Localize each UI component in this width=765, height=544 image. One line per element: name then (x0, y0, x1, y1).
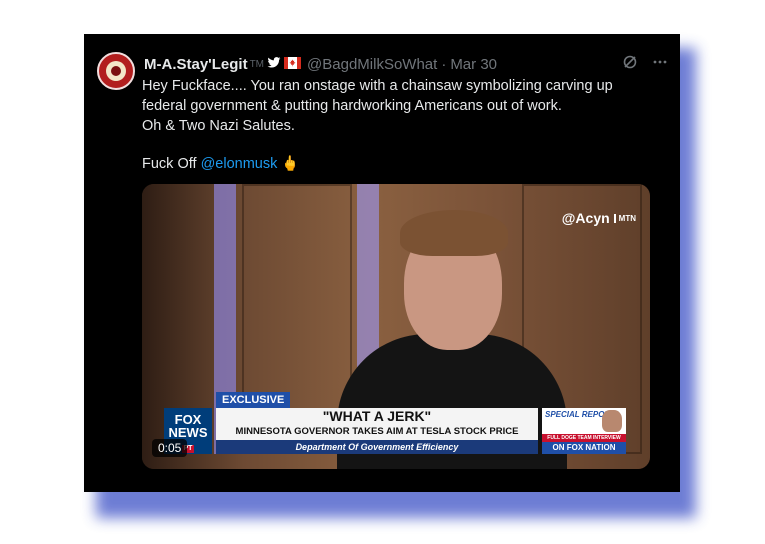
watermark-mtn: MTN (613, 213, 636, 223)
tweet-text-line: federal government & putting hardworking… (142, 98, 562, 114)
watermark-handle: @Acyn (561, 210, 610, 226)
avatar[interactable] (97, 52, 135, 90)
person-hair (400, 210, 508, 256)
tweet-text-line: Fuck Off @elonmusk 🖕 (142, 154, 642, 174)
video-timestamp: 0:05 (152, 439, 188, 457)
promo-interview-label: FULL DOGE TEAM INTERVIEW (542, 434, 626, 442)
more-icon[interactable] (652, 54, 668, 74)
avatar-dot (111, 66, 121, 76)
tweet-text: Hey Fuckface.... You ran onstage with a … (142, 76, 642, 174)
promo-fox-nation-label: ON FOX NATION (542, 442, 626, 454)
chyron-headline: "WHAT A JERK" (322, 408, 432, 424)
tweet-text-line: Oh & Two Nazi Salutes. (142, 118, 295, 134)
tweet-text-fragment: Fuck Off (142, 156, 201, 172)
tweet-text-line: Hey Fuckface.... You ran onstage with a … (142, 78, 613, 94)
promo-headshot (602, 410, 622, 432)
special-report-promo: SPECIAL REPORT FULL DOGE TEAM INTERVIEW … (542, 408, 626, 454)
video-player[interactable]: @Acyn MTN FOX NEWS PT EXCLUSIVE "WHAT A … (142, 184, 650, 469)
fox-lower-third: FOX NEWS PT EXCLUSIVE "WHAT A JERK" MINN… (164, 392, 626, 454)
tweet-header: M-A.Stay'Legit TM @BagdMilkSoWhat · Mar … (144, 52, 668, 76)
author-tm: TM (249, 58, 265, 70)
author-handle[interactable]: @BagdMilkSoWhat (307, 56, 437, 73)
header-separator: · (441, 55, 447, 73)
author-name[interactable]: M-A.Stay'Legit (144, 56, 248, 73)
header-actions (622, 54, 668, 74)
chyron-subline: MINNESOTA GOVERNOR TAKES AIM AT TESLA ST… (235, 426, 519, 437)
mention-link[interactable]: @elonmusk (201, 156, 278, 172)
acyn-watermark: @Acyn MTN (562, 210, 636, 226)
tweet-date[interactable]: Mar 30 (450, 56, 497, 73)
canada-flag-icon (284, 56, 302, 73)
tweet-card[interactable]: M-A.Stay'Legit TM @BagdMilkSoWhat · Mar … (84, 34, 680, 492)
chyron-ticker: Department Of Government Efficiency (216, 440, 538, 454)
bird-icon (267, 56, 281, 73)
headline-box: "WHAT A JERK" MINNESOTA GOVERNOR TAKES A… (216, 408, 538, 440)
grok-icon[interactable] (622, 54, 638, 74)
fox-logo-line: NEWS (168, 425, 208, 440)
exclusive-tag: EXCLUSIVE (216, 392, 291, 408)
middle-finger-emoji-icon: 🖕 (281, 156, 300, 172)
